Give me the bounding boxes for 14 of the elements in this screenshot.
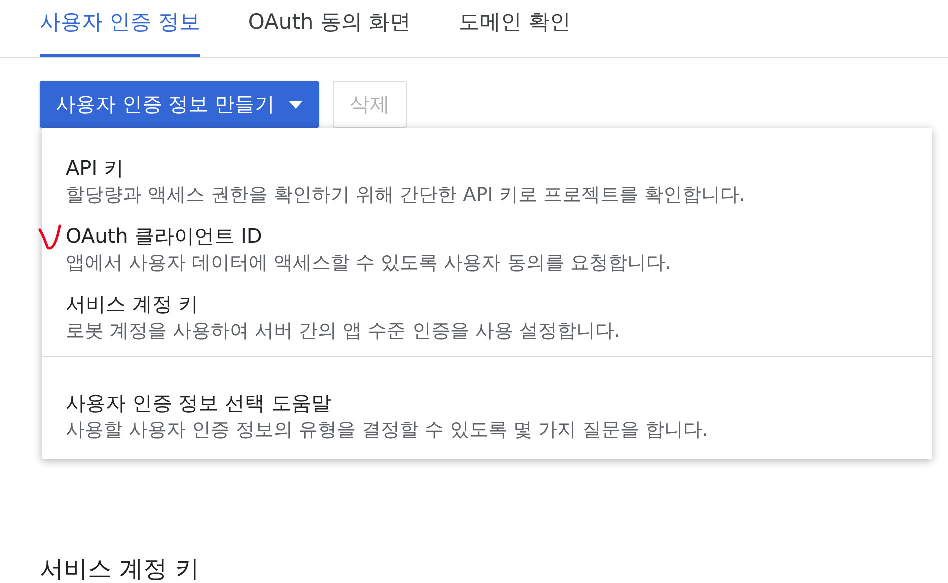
menu-item-title[interactable]: 서비스 계정 키	[66, 290, 908, 318]
tab[interactable]: OAuth 동의 화면	[248, 0, 412, 57]
tab[interactable]: 도메인 확인	[459, 0, 571, 57]
tab[interactable]: 사용자 인증 정보	[40, 0, 200, 57]
menu-item-description: 로봇 계정을 사용하여 서버 간의 앱 수준 인증을 사용 설정합니다.	[66, 319, 622, 344]
menu-item-description: 사용할 사용자 인증 정보의 유형을 결정할 수 있도록 몇 가지 질문을 합니다.	[66, 418, 710, 443]
menu-item-title[interactable]: OAuth 클라이언트 ID	[66, 222, 908, 250]
menu-item-title[interactable]: API 키	[66, 154, 908, 182]
menu-item-title[interactable]: 사용자 인증 정보 선택 도움말	[66, 389, 908, 417]
section-heading: 서비스 계정 키	[40, 554, 200, 583]
caret-icon	[289, 100, 304, 108]
create-credentials-button[interactable]: 사용자 인증 정보 만들기	[40, 81, 320, 128]
menu-item-description: 앱에서 사용자 데이터에 액세스할 수 있도록 사용자 동의를 요청합니다.	[66, 251, 672, 276]
menu-item-description: 할당량과 액세스 권한을 확인하기 위해 간단한 API 키로 프로젝트를 확인합니다.	[66, 183, 746, 208]
